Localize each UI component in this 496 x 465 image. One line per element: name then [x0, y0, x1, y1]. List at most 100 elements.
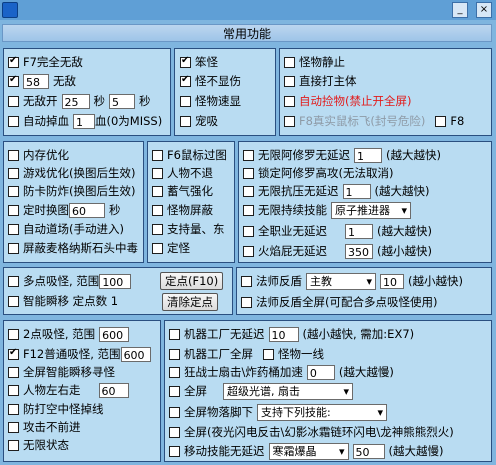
mage-reflect-input[interactable]: 10	[380, 273, 404, 289]
move-skill-input[interactable]: 50	[352, 443, 385, 459]
sustain-skill-checkbox[interactable]	[243, 204, 254, 216]
monster-speed-checkbox[interactable]	[180, 95, 191, 107]
drop-select[interactable]: 支持下列技能:	[257, 403, 387, 421]
no-enemy-checkbox[interactable]	[8, 95, 19, 107]
full-screen-select[interactable]: 超级光谱, 扇击	[223, 382, 353, 400]
f8-checkbox[interactable]	[284, 115, 295, 127]
f12-vacuum-input[interactable]: 600	[120, 346, 151, 362]
timed-map-input[interactable]: 60	[69, 202, 105, 218]
two-point-option[interactable]: 2点吸怪, 范围 600	[8, 325, 130, 343]
move-skill-select[interactable]: 寒霜爆晶	[268, 442, 349, 460]
full-screen-option[interactable]: 全屏 超级光谱, 扇击	[169, 382, 353, 400]
anti-air-checkbox[interactable]	[8, 403, 19, 415]
fix-monster-option[interactable]: 定怪	[152, 239, 190, 257]
anti-crash-option[interactable]: 防卡防炸(换图后生效)	[8, 182, 135, 200]
invincible-input[interactable]: 58	[23, 73, 49, 89]
mage-reflect-select[interactable]: 主教	[306, 272, 376, 290]
f7-full-invincible-option[interactable]: F7完全无敌	[8, 53, 83, 71]
full-screen-checkbox[interactable]	[169, 385, 180, 397]
no-advance-checkbox[interactable]	[8, 421, 19, 433]
resist-input[interactable]: 1	[342, 183, 371, 199]
block-stone-option[interactable]: 屏蔽麦格纳斯石头中毒	[8, 239, 142, 257]
full-list-checkbox[interactable]	[169, 426, 180, 438]
mage-reflect-option[interactable]: 法师反盾主教10 (越小越快)	[241, 272, 463, 290]
move-skill-option[interactable]: 移动技能无延迟寒霜爆晶50(越大越慢)	[169, 442, 443, 460]
smart-teleport-option[interactable]: 智能瞬移 定点数 1	[8, 292, 118, 310]
invincible-option[interactable]: 58 无敌	[8, 72, 76, 90]
mage-reflect-full-checkbox[interactable]	[241, 296, 252, 308]
hide-damage-option[interactable]: 怪不显伤	[180, 72, 241, 90]
auto-drop-hp-checkbox[interactable]	[8, 115, 19, 127]
no-knockback-option[interactable]: 人物不退	[152, 164, 213, 182]
no-knockback-checkbox[interactable]	[152, 167, 163, 179]
infinite-state-checkbox[interactable]	[8, 439, 19, 451]
memory-optimize-option[interactable]: 内存优化	[8, 146, 69, 164]
fire-arrow-checkbox[interactable]	[243, 245, 254, 257]
ashura-checkbox[interactable]	[243, 149, 254, 161]
auto-loot-option[interactable]: 自动捡物(禁止开全屏)	[284, 92, 411, 110]
factory-checkbox[interactable]	[169, 328, 180, 340]
no-enemy-option[interactable]: 无敌开 25 秒 5 秒	[8, 92, 151, 110]
block-stone-checkbox[interactable]	[8, 242, 19, 254]
sustain-skill-select[interactable]: 原子推进器	[331, 201, 411, 219]
ashura-option[interactable]: 无限阿修罗无延迟 1 (越大越快)	[243, 146, 441, 164]
dumb-monster-option[interactable]: 笨怪	[180, 53, 218, 71]
monster-shield-option[interactable]: 怪物屏蔽	[152, 201, 213, 219]
charge-boost-checkbox[interactable]	[152, 185, 163, 197]
walk-lr-checkbox[interactable]	[8, 384, 19, 396]
fire-arrow-input[interactable]: 350	[345, 243, 373, 259]
two-point-checkbox[interactable]	[8, 328, 19, 340]
factory-full-option[interactable]: 机器工厂全屏 怪物一线	[169, 345, 324, 363]
walk-lr-input[interactable]: 60	[98, 382, 129, 398]
fire-arrow-option[interactable]: 火焰屁无延迟 350 (越小越快)	[243, 242, 432, 260]
fix-monster-checkbox[interactable]	[152, 242, 163, 254]
hit-main-option[interactable]: 直接打主体	[284, 72, 357, 90]
f8-extra-checkbox[interactable]	[435, 115, 447, 127]
fixed-point-button[interactable]: 定点(F10)	[160, 272, 224, 290]
factory-input[interactable]: 10	[268, 326, 299, 342]
no-enemy-input-1[interactable]: 25	[61, 93, 90, 109]
charge-boost-option[interactable]: 蓄气强化	[152, 182, 213, 200]
game-optimize-checkbox[interactable]	[8, 167, 19, 179]
berserker-option[interactable]: 狂战士扇击\炸药桶加速 0 (越大越慢)	[169, 363, 394, 381]
full-job-checkbox[interactable]	[243, 225, 254, 237]
move-skill-checkbox[interactable]	[169, 445, 180, 457]
memory-optimize-checkbox[interactable]	[8, 149, 19, 161]
full-job-option[interactable]: 全职业无延迟 1 (越大越快)	[243, 222, 432, 240]
mage-reflect-checkbox[interactable]	[241, 275, 252, 287]
minimize-button[interactable]: _	[452, 2, 468, 18]
no-advance-option[interactable]: 攻击不前进	[8, 418, 81, 436]
full-job-input[interactable]: 1	[345, 223, 373, 239]
f12-vacuum-option[interactable]: F12普通吸怪, 范围600	[8, 345, 151, 363]
berserker-checkbox[interactable]	[169, 366, 180, 378]
game-optimize-option[interactable]: 游戏优化(换图后生效)	[8, 164, 135, 182]
resist-checkbox[interactable]	[243, 185, 254, 197]
full-list-option[interactable]: 全屏(夜光闪电反击\幻影冰霜链环闪电\龙神熊熊烈火)	[169, 423, 491, 441]
pet-vacuum-checkbox[interactable]	[180, 115, 191, 127]
timed-map-checkbox[interactable]	[8, 204, 19, 216]
multi-point-option[interactable]: 多点吸怪, 范围 100	[8, 272, 132, 290]
mage-reflect-full-option[interactable]: 法师反盾全屏(可配合多点吸怪使用)	[241, 293, 437, 311]
support-checkbox[interactable]	[152, 223, 163, 235]
auto-drop-hp-option[interactable]: 自动掉血 1 血(0为MISS)	[8, 112, 162, 130]
close-button[interactable]: ×	[476, 2, 492, 18]
support-option[interactable]: 支持量、东	[152, 220, 225, 238]
factory-full-checkbox[interactable]	[169, 348, 180, 360]
smart-teleport-checkbox[interactable]	[8, 295, 19, 307]
dumb-monster-checkbox[interactable]	[180, 55, 191, 68]
auto-loot-checkbox[interactable]	[284, 95, 295, 107]
infinite-state-option[interactable]: 无限状态	[8, 436, 69, 454]
smart-seek-option[interactable]: 全屏智能瞬移寻怪	[8, 363, 115, 381]
lock-ashura-checkbox[interactable]	[243, 167, 254, 179]
monster-speed-option[interactable]: 怪物速显	[180, 92, 241, 110]
auto-dojo-checkbox[interactable]	[8, 223, 19, 235]
f6-mouse-map-checkbox[interactable]	[152, 149, 163, 161]
smart-seek-checkbox[interactable]	[8, 366, 19, 378]
freeze-monster-option[interactable]: 怪物静止	[284, 53, 345, 71]
berserker-input[interactable]: 0	[306, 364, 335, 380]
f6-mouse-map-option[interactable]: F6鼠标过图	[152, 146, 227, 164]
auto-drop-hp-input[interactable]: 1	[73, 113, 95, 129]
multi-point-checkbox[interactable]	[8, 275, 19, 287]
hit-main-checkbox[interactable]	[284, 75, 295, 87]
auto-dojo-option[interactable]: 自动道场(手动进入)	[8, 220, 124, 238]
